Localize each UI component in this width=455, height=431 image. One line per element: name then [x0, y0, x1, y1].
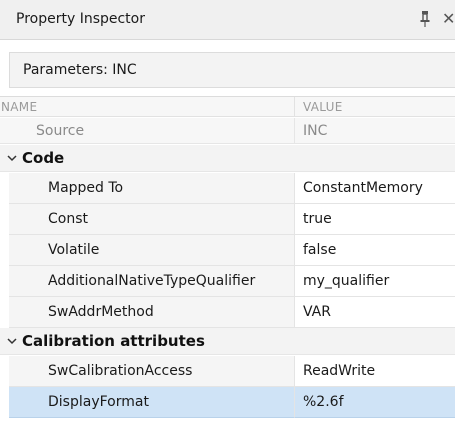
property-value: %2.6f [303, 394, 344, 410]
name-column-header[interactable]: NAME [0, 97, 295, 116]
group-label: Calibration attributes [22, 332, 205, 350]
property-name-cell[interactable]: SwCalibrationAccess [9, 356, 295, 387]
property-name: Const [48, 211, 88, 227]
pin-icon[interactable] [418, 9, 432, 29]
name-header-label: NAME [1, 99, 38, 114]
property-value-cell[interactable]: my_qualifier [295, 266, 455, 297]
source-value: INC [303, 122, 328, 139]
property-name: DisplayFormat [48, 394, 149, 410]
property-row[interactable]: SwAddrMethod VAR [0, 297, 455, 328]
property-name-cell[interactable]: Mapped To [9, 173, 295, 204]
close-icon[interactable]: ✕ [442, 9, 455, 29]
table-header: NAME VALUE [0, 97, 455, 117]
property-name-cell[interactable]: Const [9, 204, 295, 235]
property-value-cell[interactable]: false [295, 235, 455, 266]
property-value: ConstantMemory [303, 180, 423, 196]
panel-titlebar: Property Inspector ✕ [0, 0, 455, 40]
source-row: Source INC [0, 118, 455, 144]
chevron-down-icon[interactable] [6, 335, 18, 347]
property-name: Mapped To [48, 180, 124, 196]
property-name-cell[interactable]: DisplayFormat [9, 387, 295, 418]
parameters-header: Parameters: INC [9, 52, 455, 88]
property-name-cell[interactable]: SwAddrMethod [9, 297, 295, 328]
property-value-cell[interactable]: ReadWrite [295, 356, 455, 387]
panel-title: Property Inspector [16, 11, 145, 27]
property-inspector-panel: Property Inspector ✕ Parameters: INC NAM… [0, 0, 455, 430]
parameters-label: Parameters: INC [23, 62, 137, 78]
source-value-cell: INC [295, 118, 455, 143]
property-value-cell[interactable]: VAR [295, 297, 455, 328]
source-name-cell: Source [0, 118, 295, 143]
property-name: AdditionalNativeTypeQualifier [48, 273, 256, 289]
property-name-cell[interactable]: Volatile [9, 235, 295, 266]
property-value: true [303, 211, 332, 227]
property-value: ReadWrite [303, 363, 376, 379]
property-value: VAR [303, 304, 331, 320]
property-value-cell[interactable]: true [295, 204, 455, 235]
property-value: my_qualifier [303, 273, 390, 289]
value-column-header[interactable]: VALUE [295, 97, 455, 116]
property-name: SwCalibrationAccess [48, 363, 193, 379]
value-header-label: VALUE [303, 99, 343, 114]
property-name: SwAddrMethod [48, 304, 154, 320]
property-value: false [303, 242, 337, 258]
source-name: Source [36, 122, 85, 139]
group-row-calibration[interactable]: Calibration attributes [0, 328, 455, 355]
property-row[interactable]: Const true [0, 204, 455, 235]
chevron-down-icon[interactable] [6, 152, 18, 164]
property-value-cell[interactable]: %2.6f [295, 387, 455, 418]
group-label: Code [22, 149, 65, 167]
property-row[interactable]: Volatile false [0, 235, 455, 266]
property-row[interactable]: Mapped To ConstantMemory [0, 173, 455, 204]
property-row[interactable]: SwCalibrationAccess ReadWrite [0, 356, 455, 387]
group-row-code[interactable]: Code [0, 145, 455, 172]
property-row-selected[interactable]: DisplayFormat %2.6f [0, 387, 455, 418]
property-name: Volatile [48, 242, 100, 258]
property-name-cell[interactable]: AdditionalNativeTypeQualifier [9, 266, 295, 297]
property-value-cell[interactable]: ConstantMemory [295, 173, 455, 204]
property-table: NAME VALUE Source INC Code Mapped To Con… [0, 96, 455, 431]
property-row[interactable]: AdditionalNativeTypeQualifier my_qualifi… [0, 266, 455, 297]
